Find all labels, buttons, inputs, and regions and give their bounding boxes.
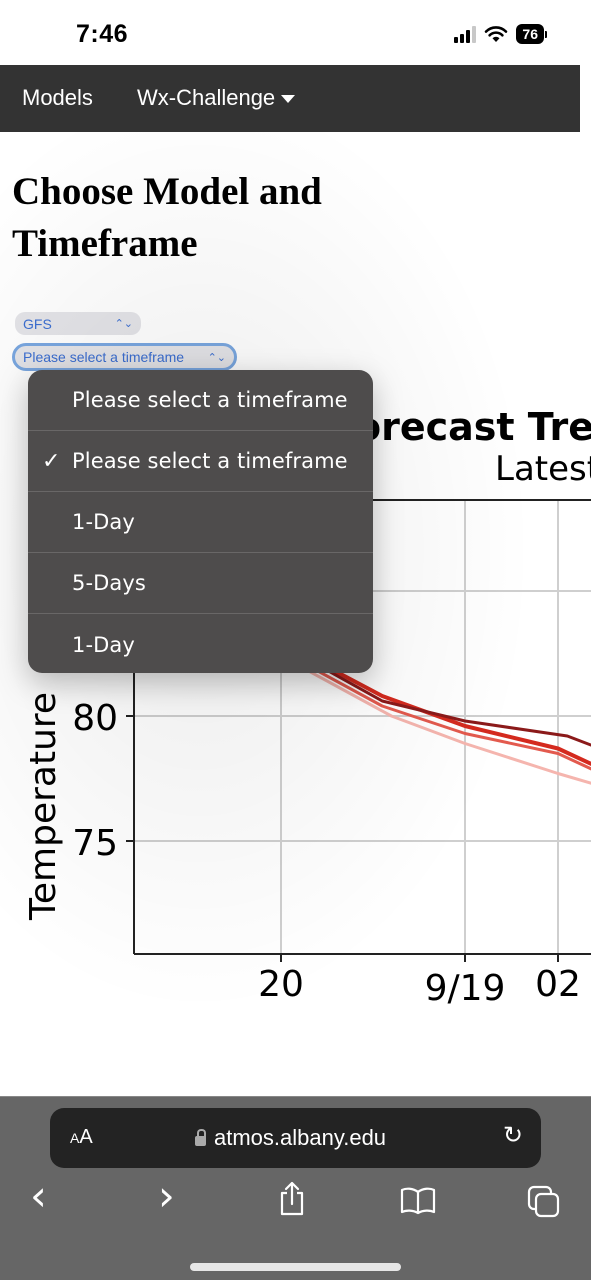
navbar: Models Wx-Challenge: [0, 65, 580, 132]
reload-icon[interactable]: ↻: [503, 1121, 523, 1150]
page-title: Choose Model and Timeframe: [12, 170, 322, 265]
url-text: atmos.albany.edu: [214, 1125, 387, 1150]
model-select[interactable]: GFS ⌃⌄: [15, 312, 141, 335]
timeframe-option-selected[interactable]: ✓ Please select a timeframe: [28, 431, 373, 492]
address-bar[interactable]: AA atmos.albany.edu ↻: [50, 1108, 541, 1168]
nav-models-link[interactable]: Models: [22, 85, 93, 111]
option-label: 1-Day: [72, 510, 135, 534]
battery-icon: 76: [516, 24, 547, 44]
wifi-icon: [485, 26, 508, 42]
timeframe-select-value: Please select a timeframe: [23, 349, 185, 365]
option-label: 5-Days: [72, 571, 146, 595]
safari-toolbar: AA atmos.albany.edu ↻ ‹ ›: [0, 1096, 591, 1280]
timeframe-option[interactable]: Please select a timeframe: [28, 370, 373, 431]
back-button[interactable]: ‹: [30, 1171, 47, 1220]
option-label: Please select a timeframe: [72, 449, 348, 473]
timeframe-option[interactable]: 1-Day: [28, 492, 373, 553]
option-label: 1-Day: [72, 632, 135, 657]
chart-subtitle: Latest: [495, 449, 591, 489]
status-bar: 7:46 76: [0, 0, 591, 65]
status-time: 7:46: [76, 20, 129, 48]
x-tick-label: 20: [258, 964, 304, 1005]
lock-icon: [195, 1128, 206, 1146]
model-select-value: GFS: [23, 315, 52, 332]
timeframe-select[interactable]: Please select a timeframe ⌃⌄: [12, 343, 237, 371]
chart-title: orecast Tre: [355, 405, 591, 449]
checkmark-icon: ✓: [42, 448, 61, 474]
tabs-icon[interactable]: [527, 1185, 561, 1219]
y-tick-label: 75: [72, 823, 118, 864]
forward-button[interactable]: ›: [158, 1171, 175, 1220]
battery-level: 76: [516, 24, 544, 44]
x-tick-label: 9/19: [425, 968, 506, 1009]
option-label: Please select a timeframe: [72, 388, 348, 412]
share-icon[interactable]: [278, 1181, 306, 1217]
caret-down-icon: [281, 95, 296, 103]
bookmarks-icon[interactable]: [400, 1187, 436, 1215]
chevron-updown-icon: ⌃⌄: [114, 318, 133, 330]
url-display[interactable]: atmos.albany.edu: [195, 1125, 386, 1151]
nav-wx-challenge-label: Wx-Challenge: [137, 85, 276, 110]
y-axis-label: Temperature: [23, 692, 64, 921]
cellular-signal-icon: [454, 25, 477, 43]
text-size-button[interactable]: AA: [70, 1126, 93, 1149]
y-tick-label: 80: [72, 698, 118, 739]
chevron-updown-icon: ⌃⌄: [207, 351, 226, 364]
home-indicator[interactable]: [190, 1263, 401, 1271]
status-icons: 76: [454, 24, 547, 44]
timeframe-options-menu: Please select a timeframe ✓ Please selec…: [28, 370, 373, 673]
timeframe-option[interactable]: 5-Days: [28, 553, 373, 614]
timeframe-option[interactable]: 1-Day: [28, 614, 373, 673]
x-tick-label: 02: [535, 964, 581, 1005]
nav-wx-challenge-dropdown[interactable]: Wx-Challenge: [137, 85, 296, 111]
